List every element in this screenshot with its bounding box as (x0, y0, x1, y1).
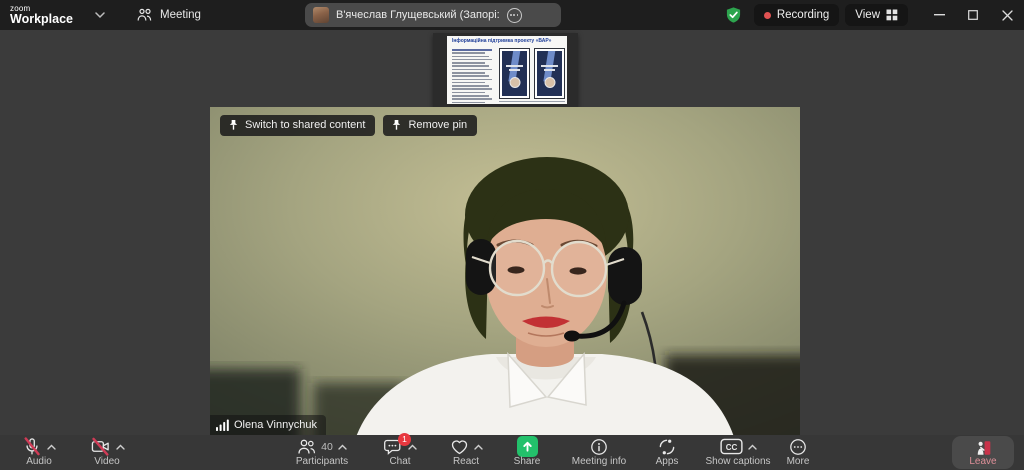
shared-doc-text-lines (452, 49, 494, 104)
info-icon (590, 438, 608, 456)
more-button[interactable]: More (778, 437, 818, 469)
certificate-image-right (534, 48, 565, 99)
close-icon (1002, 10, 1013, 21)
chevron-up-icon[interactable] (474, 444, 483, 450)
titlebar-right-controls: Recording View (725, 0, 1024, 30)
shared-doc-caption-lines (499, 101, 565, 104)
host-avatar (313, 7, 329, 23)
mic-muted-icon (22, 437, 42, 456)
video-label: Video (94, 457, 119, 467)
pinned-video-tile: Switch to shared content Remove pin Olen… (210, 107, 800, 435)
react-button[interactable]: React (438, 437, 494, 469)
recording-indicator[interactable]: Recording (754, 4, 839, 26)
recording-dot-icon (764, 12, 771, 19)
recording-label: Recording (777, 9, 829, 21)
tab-meeting[interactable]: Meeting (137, 8, 201, 22)
apps-label: Apps (656, 457, 679, 467)
maximize-button[interactable] (956, 0, 990, 30)
tab-more-button[interactable] (507, 8, 522, 23)
switch-button-label: Switch to shared content (245, 119, 365, 131)
heart-react-icon (450, 438, 469, 455)
shared-doc-title: Інформаційна підтримка проекту «ВАР» (447, 36, 567, 46)
remove-pin-button[interactable]: Remove pin (383, 115, 477, 136)
camera-off-icon (90, 437, 111, 456)
minimize-button[interactable] (922, 0, 956, 30)
shared-content-thumbnail[interactable]: Інформаційна підтримка проекту «ВАР» (433, 33, 578, 107)
minimize-icon (934, 14, 945, 16)
zoom-meeting-window: zoom Workplace Meeting В'ячеслав Глущевс… (0, 0, 1024, 470)
active-meeting-tab[interactable]: В'ячеслав Глущевський (Запорі: (305, 3, 561, 27)
participant-name: Olena Vinnychuk (234, 419, 317, 431)
chat-button[interactable]: 1 Chat (370, 437, 430, 469)
svg-text:CC: CC (725, 443, 737, 452)
meeting-toolbar: Audio Video (0, 435, 1024, 470)
react-label: React (453, 457, 479, 467)
meeting-tab-label: Meeting (160, 9, 201, 21)
chevron-up-icon[interactable] (408, 444, 417, 450)
certificate-image-left (499, 48, 530, 99)
view-label: View (855, 9, 880, 21)
participant-name-tag: Olena Vinnychuk (210, 415, 326, 435)
video-overlay-buttons: Switch to shared content Remove pin (220, 115, 477, 136)
leave-button[interactable]: Leave (952, 436, 1014, 469)
active-tab-title: В'ячеслав Глущевський (Запорі: (336, 9, 500, 21)
chevron-down-icon (95, 12, 105, 19)
remove-pin-label: Remove pin (408, 119, 467, 131)
shared-document-preview: Інформаційна підтримка проекту «ВАР» (447, 36, 567, 104)
meeting-info-label: Meeting info (572, 457, 626, 467)
logo-workplace-text: Workplace (10, 13, 73, 26)
audio-button[interactable]: Audio (10, 437, 68, 469)
meeting-info-button[interactable]: Meeting info (562, 437, 636, 469)
zoom-workplace-logo: zoom Workplace (10, 5, 73, 26)
meeting-people-icon (137, 8, 153, 22)
more-label: More (787, 457, 810, 467)
leave-meeting-icon (974, 439, 993, 457)
participant-video-figure (210, 107, 800, 435)
show-captions-button[interactable]: CC Show captions (698, 437, 778, 469)
audio-level-icon (216, 418, 229, 431)
chevron-up-icon[interactable] (338, 444, 347, 450)
video-button[interactable]: Video (78, 437, 136, 469)
leave-label: Leave (969, 457, 996, 467)
captions-cc-icon: CC (720, 438, 743, 455)
audio-label: Audio (26, 457, 52, 467)
participants-icon (297, 438, 316, 456)
title-bar: zoom Workplace Meeting В'ячеслав Глущевс… (0, 0, 1024, 30)
participants-button[interactable]: 40 Participants (283, 437, 361, 469)
view-button[interactable]: View (845, 4, 908, 26)
security-shield-icon[interactable] (725, 6, 742, 24)
workspace-dropdown-button[interactable] (95, 12, 105, 19)
maximize-icon (968, 10, 978, 20)
switch-to-shared-content-button[interactable]: Switch to shared content (220, 115, 375, 136)
captions-label: Show captions (705, 457, 770, 467)
chat-unread-badge: 1 (398, 433, 411, 446)
chevron-up-icon[interactable] (47, 444, 56, 450)
chat-label: Chat (389, 457, 410, 467)
more-ellipsis-icon (789, 438, 807, 456)
pin-icon (391, 119, 402, 131)
apps-icon (658, 438, 676, 456)
gallery-view-icon (886, 9, 898, 21)
share-button[interactable]: Share (502, 437, 552, 469)
participants-count: 40 (321, 441, 333, 453)
chevron-up-icon[interactable] (116, 444, 125, 450)
apps-button[interactable]: Apps (644, 437, 690, 469)
share-screen-icon (517, 436, 538, 457)
share-label: Share (514, 457, 541, 467)
participants-label: Participants (296, 457, 348, 467)
close-button[interactable] (990, 0, 1024, 30)
chevron-up-icon[interactable] (748, 444, 757, 450)
pin-icon (228, 119, 239, 131)
